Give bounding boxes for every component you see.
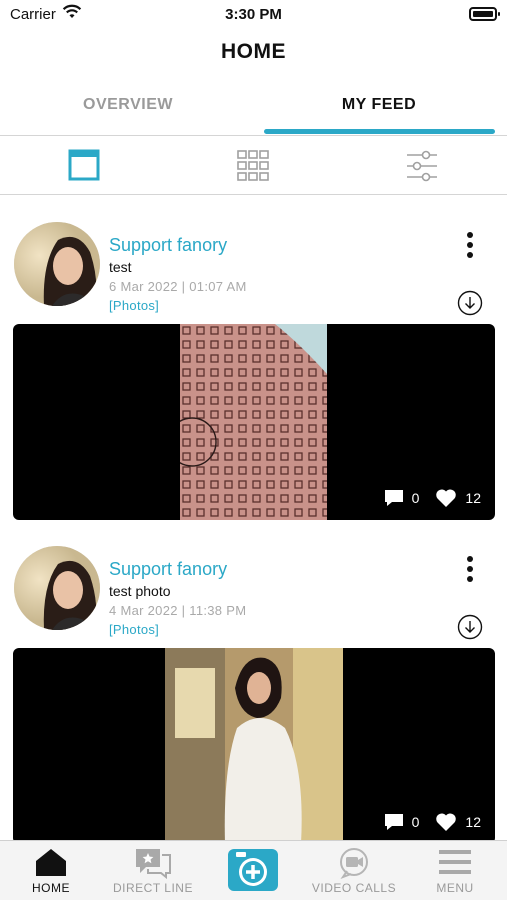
heart-icon[interactable]: [435, 812, 457, 832]
post-media[interactable]: 0 12: [13, 648, 495, 844]
tab-menu-label: MENU: [436, 881, 474, 895]
view-mode-bar: [0, 137, 507, 195]
video-call-icon: [340, 848, 368, 879]
comment-count: 0: [411, 814, 420, 830]
status-bar: Carrier 3:30 PM: [0, 0, 507, 30]
post-text: test photo: [109, 583, 171, 599]
post-stats: 0 12: [384, 488, 481, 508]
battery-icon: [469, 7, 500, 21]
tab-overview[interactable]: OVERVIEW: [13, 96, 243, 114]
like-count: 12: [465, 814, 481, 830]
filter-sliders-icon: [407, 150, 437, 182]
post-photo: [165, 648, 343, 844]
download-icon[interactable]: [457, 614, 483, 640]
comment-icon[interactable]: [384, 489, 404, 507]
filter-button[interactable]: [405, 149, 439, 183]
download-icon[interactable]: [457, 290, 483, 316]
tab-home-label: HOME: [32, 881, 70, 895]
post-media[interactable]: 0 12: [13, 324, 495, 520]
clock-time: 3:30 PM: [225, 6, 282, 23]
tab-direct-line[interactable]: DIRECT LINE: [108, 841, 198, 900]
comment-count: 0: [411, 490, 420, 506]
tab-menu[interactable]: MENU: [424, 841, 486, 900]
avatar[interactable]: [14, 222, 100, 306]
post-author[interactable]: Support fanory: [109, 559, 227, 580]
comment-icon[interactable]: [384, 813, 404, 831]
tab-video-calls[interactable]: VIDEO CALLS: [308, 841, 400, 900]
feed-tabs: OVERVIEW MY FEED: [0, 84, 507, 136]
heart-icon[interactable]: [435, 488, 457, 508]
post-date: 6 Mar 2022 | 01:07 AM: [109, 279, 247, 294]
tab-video-calls-label: VIDEO CALLS: [311, 881, 397, 895]
more-options-icon[interactable]: [466, 232, 474, 260]
more-options-icon[interactable]: [466, 556, 474, 584]
tab-my-feed[interactable]: MY FEED: [264, 96, 494, 114]
page-title: HOME: [221, 40, 286, 63]
bottom-tab-bar: HOME DIRECT LINE VIDEO CALLS MENU: [0, 840, 507, 900]
post-date: 4 Mar 2022 | 11:38 PM: [109, 603, 247, 618]
tab-direct-line-label: DIRECT LINE: [113, 881, 193, 895]
post-stats: 0 12: [384, 812, 481, 832]
post-text: test: [109, 259, 132, 275]
camera-plus-icon: [236, 852, 267, 886]
post-category-tag[interactable]: [Photos]: [109, 622, 159, 637]
direct-line-icon: [136, 849, 171, 879]
home-icon: [36, 849, 66, 876]
grid-view-button[interactable]: [236, 149, 270, 183]
post-category-tag[interactable]: [Photos]: [109, 298, 159, 313]
like-count: 12: [465, 490, 481, 506]
post-author[interactable]: Support fanory: [109, 235, 227, 256]
grid-view-icon: [237, 150, 269, 181]
active-tab-indicator: [264, 129, 495, 134]
avatar[interactable]: [14, 546, 100, 630]
list-view-icon: [68, 149, 100, 181]
post-photo: [180, 324, 327, 520]
tab-home[interactable]: HOME: [18, 841, 84, 900]
hamburger-menu-icon: [439, 850, 471, 874]
list-view-button[interactable]: [68, 149, 102, 183]
create-post-button[interactable]: [228, 849, 278, 891]
